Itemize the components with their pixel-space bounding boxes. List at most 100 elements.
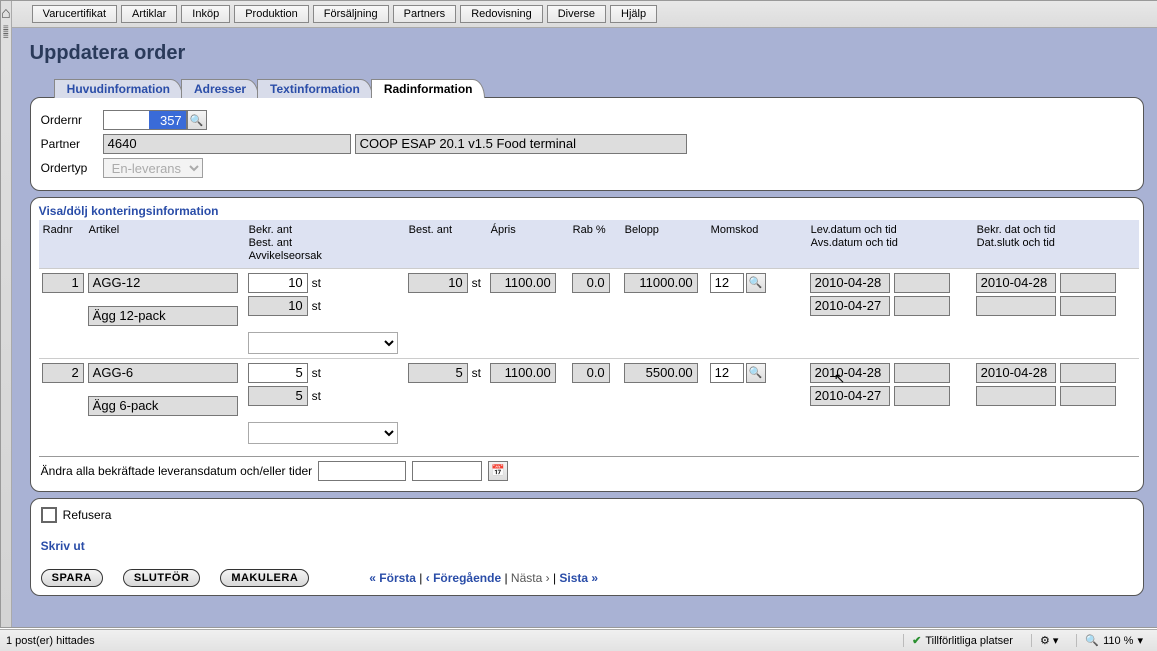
grid-panel: Visa/dölj konteringsinformation Radnr Ar… <box>30 197 1144 492</box>
avs-date: 2010-04-27 <box>810 296 890 316</box>
col-bekrdat: Bekr. dat och tid Dat.slutk och tid <box>973 224 1139 250</box>
partner-label: Partner <box>41 137 103 151</box>
ordernr-label: Ordernr <box>41 113 103 127</box>
pager-prev[interactable]: ‹ Föregående <box>426 571 501 585</box>
menu-varucertifikat[interactable]: Varucertifikat <box>32 5 117 23</box>
bulk-time-input[interactable] <box>412 461 482 481</box>
unit-label: st <box>472 366 481 380</box>
tab-adresser[interactable]: Adresser <box>181 79 259 98</box>
col-rab: Rab % <box>569 224 621 237</box>
bekr-time-1 <box>1060 273 1116 293</box>
tab-huvudinformation[interactable]: Huvudinformation <box>54 79 183 98</box>
rab: 0.0 <box>572 273 610 293</box>
momskod-input[interactable] <box>710 273 744 293</box>
col-bekr: Bekr. ant Best. ant Avvikelseorsak <box>245 224 405 264</box>
grid-row: 1 AGG-12 Ägg 12-pack st 10st 10st 1100.0… <box>39 268 1139 358</box>
menu-produktion[interactable]: Produktion <box>234 5 309 23</box>
status-trusted: Tillförlitliga platser <box>925 635 1013 647</box>
best-ant: 10 <box>408 273 468 293</box>
momskod-input[interactable] <box>710 363 744 383</box>
calendar-icon[interactable]: 📅 <box>488 461 508 481</box>
spara-button[interactable]: SPARA <box>41 569 103 587</box>
tab-radinformation[interactable]: Radinformation <box>371 79 486 98</box>
avs-time <box>894 296 950 316</box>
status-settings-icon[interactable]: ⚙ ▾ <box>1031 634 1066 647</box>
pager-last[interactable]: Sista » <box>559 571 598 585</box>
grid-footer: Ändra alla bekräftade leveransdatum och/… <box>39 456 1139 485</box>
best-ant-small: 10 <box>248 296 308 316</box>
avs-time <box>894 386 950 406</box>
toggle-kontering-link[interactable]: Visa/dölj konteringsinformation <box>39 204 1139 218</box>
momskod-lookup-icon[interactable]: 🔍 <box>746 273 766 293</box>
grid-header: Radnr Artikel Bekr. ant Best. ant Avvike… <box>39 220 1139 268</box>
tab-textinformation[interactable]: Textinformation <box>257 79 373 98</box>
grip-icon: ≡≡≡ <box>1 27 11 39</box>
bekr-ant-input[interactable] <box>248 363 308 383</box>
avvikelse-select[interactable] <box>248 332 398 354</box>
slutk-time <box>1060 296 1116 316</box>
unit-label: st <box>312 366 321 380</box>
partner-name: COOP ESAP 20.1 v1.5 Food terminal <box>355 134 687 154</box>
slutfor-button[interactable]: SLUTFÖR <box>123 569 200 587</box>
menu-inkop[interactable]: Inköp <box>181 5 230 23</box>
ordertyp-select: En-leverans <box>103 158 203 178</box>
apris: 1100.00 <box>490 273 556 293</box>
ordernr-lookup-icon[interactable]: 🔍 <box>187 110 207 130</box>
pager-first[interactable]: « Första <box>369 571 416 585</box>
artikel-code: AGG-12 <box>88 273 238 293</box>
unit-label: st <box>312 276 321 290</box>
avvikelse-select[interactable] <box>248 422 398 444</box>
refusera-label: Refusera <box>63 508 112 522</box>
momskod-lookup-icon[interactable]: 🔍 <box>746 363 766 383</box>
makulera-button[interactable]: MAKULERA <box>220 569 309 587</box>
col-radnr: Radnr <box>39 224 85 237</box>
actions-panel: Refusera Skriv ut SPARA SLUTFÖR MAKULERA… <box>30 498 1144 596</box>
slutk-date <box>976 386 1056 406</box>
bekr-date-1: 2010-04-28 <box>976 273 1056 293</box>
bulk-date-input[interactable] <box>318 461 406 481</box>
col-lev: Lev.datum och tid Avs.datum och tid <box>807 224 973 250</box>
status-zoom: 110 % <box>1103 635 1133 647</box>
best-ant: 5 <box>408 363 468 383</box>
menu-artiklar[interactable]: Artiklar <box>121 5 177 23</box>
partner-code: 4640 <box>103 134 351 154</box>
best-ant-small: 5 <box>248 386 308 406</box>
apris: 1100.00 <box>490 363 556 383</box>
menu-hjalp[interactable]: Hjälp <box>610 5 657 23</box>
check-icon: ✔ <box>912 634 921 647</box>
menu-forsaljning[interactable]: Försäljning <box>313 5 389 23</box>
belopp: 11000.00 <box>624 273 698 293</box>
order-header-panel: Ordernr 🔍 Partner 4640 COOP ESAP 20.1 v1… <box>30 97 1144 191</box>
col-belopp: Belopp <box>621 224 707 237</box>
refusera-checkbox[interactable] <box>41 507 57 523</box>
top-menu: Varucertifikat Artiklar Inköp Produktion… <box>12 1 1157 28</box>
status-bar: 1 post(er) hittades ✔ Tillförlitliga plat… <box>0 629 1157 651</box>
col-artikel: Artikel <box>85 224 245 237</box>
slutk-date <box>976 296 1056 316</box>
ordernr-input[interactable] <box>103 110 187 130</box>
slutk-time <box>1060 386 1116 406</box>
menu-partners[interactable]: Partners <box>393 5 457 23</box>
skriv-ut-link[interactable]: Skriv ut <box>41 539 85 553</box>
radnr-value: 2 <box>42 363 84 383</box>
bekr-ant-input[interactable] <box>248 273 308 293</box>
menu-redovisning[interactable]: Redovisning <box>460 5 543 23</box>
col-momskod: Momskod <box>707 224 807 237</box>
radnr-value: 1 <box>42 273 84 293</box>
sidebar-gutter: ⌂ ≡≡≡ <box>1 1 12 627</box>
avs-date: 2010-04-27 <box>810 386 890 406</box>
status-left: 1 post(er) hittades <box>6 635 95 647</box>
lev-time-1 <box>894 363 950 383</box>
grid-row: 2 AGG-6 Ägg 6-pack st 5st 5st 1100.00 0.… <box>39 358 1139 448</box>
bekr-time-1 <box>1060 363 1116 383</box>
lev-date-1: 2010-04-28 <box>810 363 890 383</box>
zoom-icon[interactable]: 🔍 <box>1085 634 1099 647</box>
menu-diverse[interactable]: Diverse <box>547 5 606 23</box>
ordertyp-label: Ordertyp <box>41 161 103 175</box>
col-apris: Ápris <box>487 224 569 237</box>
home-icon[interactable]: ⌂ <box>1 5 11 23</box>
rab: 0.0 <box>572 363 610 383</box>
artikel-desc: Ägg 12-pack <box>88 306 238 326</box>
footer-label: Ändra alla bekräftade leveransdatum och/… <box>41 464 313 478</box>
bekr-date-1: 2010-04-28 <box>976 363 1056 383</box>
